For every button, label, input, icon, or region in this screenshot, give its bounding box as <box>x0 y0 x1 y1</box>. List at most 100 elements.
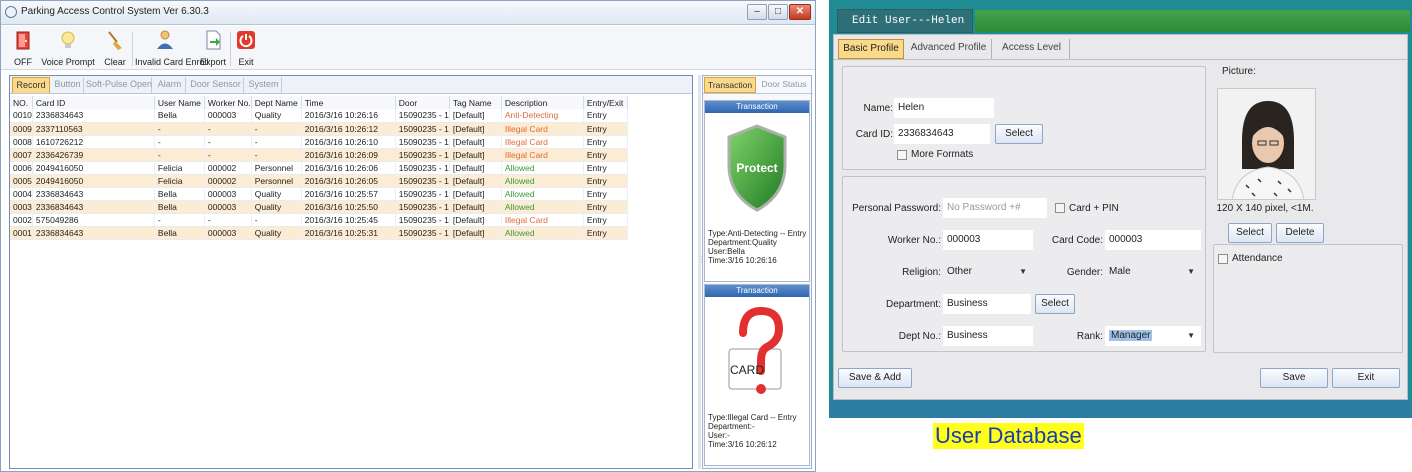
tab-system[interactable]: System <box>246 77 282 93</box>
worker-no-field[interactable]: 000003 <box>943 230 1033 250</box>
tab-alarm[interactable]: Alarm <box>154 77 186 93</box>
col-dept-name[interactable]: Dept Name <box>251 96 302 109</box>
password-label: Personal Password: <box>852 203 941 214</box>
department-select-button[interactable]: Select <box>1035 294 1075 314</box>
cell-tag-name: [Default] <box>449 187 502 201</box>
cell-entry-exit: Entry <box>583 135 628 149</box>
export-icon <box>206 30 221 50</box>
cell-door: 15090235 - 1 <box>395 174 450 188</box>
cell-door: 15090235 - 1 <box>395 161 450 175</box>
table-row[interactable]: 0010 2336834643 Bella 000003 Quality 2016/3/1… <box>10 109 628 123</box>
tab-record[interactable]: Record <box>12 77 50 93</box>
cell-user-name: Bella <box>154 226 205 240</box>
cell-entry-exit: Entry <box>583 109 628 123</box>
transaction-card: Transaction Protect Type:Anti-Detecting … <box>704 100 810 282</box>
cell-dept-name: Quality <box>251 200 302 214</box>
col-entry-exit[interactable]: Entry/Exit <box>583 96 628 109</box>
rank-select[interactable]: Manager ▼ <box>1105 326 1201 346</box>
close-button[interactable]: ✕ <box>789 4 811 20</box>
record-table: NO. Card ID User Name Worker No. Dept Na… <box>10 96 628 240</box>
name-label: Name: <box>863 103 893 114</box>
user-database-caption: User Database <box>933 423 1084 449</box>
cell-tag-name: [Default] <box>449 174 502 188</box>
table-row[interactable]: 0003 2336834643 Bella 000003 Quality 2016/3/1… <box>10 200 628 214</box>
table-row[interactable]: 0002 575049286- - -2016/3/16 10:25:45 150902… <box>10 213 628 227</box>
cell-user-name: - <box>154 135 205 149</box>
tab-basic-profile[interactable]: Basic Profile <box>838 39 904 59</box>
clear-button[interactable]: Clear <box>101 28 129 68</box>
gender-select[interactable]: Male ▼ <box>1105 262 1201 282</box>
department-field[interactable]: Business <box>943 294 1031 314</box>
picture-select-button[interactable]: Select <box>1228 223 1272 243</box>
voice-prompt-button[interactable]: Voice Prompt <box>39 28 97 68</box>
col-no[interactable]: NO. <box>10 96 33 109</box>
col-time[interactable]: Time <box>301 96 396 109</box>
cell-description: Anti-Detecting <box>501 109 584 123</box>
tab-transaction[interactable]: Transaction <box>704 77 756 93</box>
table-row[interactable]: 0004 2336834643 Bella 000003 Quality 2016/3/1… <box>10 187 628 201</box>
exit-button[interactable]: Exit <box>1332 368 1400 388</box>
transaction-panel: Transaction Door Status Transaction Prot… <box>702 75 813 469</box>
tab-access-level[interactable]: Access Level <box>994 39 1070 59</box>
col-door[interactable]: Door <box>395 96 450 109</box>
export-button[interactable]: Export <box>199 28 227 68</box>
cell-card-id: 2336834643 <box>32 200 155 214</box>
tab-soft-pulse-open[interactable]: Soft-Pulse Open <box>86 77 152 93</box>
col-card-id[interactable]: Card ID <box>32 96 155 109</box>
cell-tag-name: [Default] <box>449 109 502 123</box>
more-formats-checkbox[interactable] <box>897 150 907 160</box>
cell-user-name: Bella <box>154 109 205 123</box>
col-worker-no[interactable]: Worker No. <box>204 96 252 109</box>
invalid-card-enroll-button[interactable]: Invalid Card Enroll <box>135 28 209 68</box>
save-add-button[interactable]: Save & Add <box>838 368 912 388</box>
table-row[interactable]: 0005 2049416050 Felicia 000002 Personnel 2016… <box>10 174 628 188</box>
pane-splitter[interactable]: ⋮ <box>698 75 706 469</box>
cell-user-name: Bella <box>154 200 205 214</box>
card-code-field[interactable]: 000003 <box>1105 230 1201 250</box>
tab-button[interactable]: Button <box>52 77 84 93</box>
exit-button[interactable]: Exit <box>234 28 258 68</box>
religion-select[interactable]: Other ▼ <box>943 262 1033 282</box>
cell-door: 15090235 - 1 <box>395 200 450 214</box>
table-row[interactable]: 0009 2337110563- - -2016/3/16 10:26:12 15090… <box>10 122 628 136</box>
password-field[interactable]: No Password +# <box>943 198 1047 218</box>
save-button[interactable]: Save <box>1260 368 1328 388</box>
attendance-checkbox[interactable] <box>1218 254 1228 264</box>
name-field[interactable]: Helen <box>894 98 994 118</box>
tab-door-status[interactable]: Door Status <box>758 77 810 93</box>
tab-advanced-profile[interactable]: Advanced Profile <box>906 39 992 59</box>
col-description[interactable]: Description <box>501 96 584 109</box>
door-icon <box>16 31 30 50</box>
minimize-button[interactable]: – <box>747 4 767 20</box>
tab-door-sensor[interactable]: Door Sensor <box>188 77 244 93</box>
table-row[interactable]: 0006 2049416050 Felicia 000002 Personnel 2016… <box>10 161 628 175</box>
maximize-button[interactable]: □ <box>768 4 788 20</box>
invalid-card-enroll-label: Invalid Card Enroll <box>135 57 209 67</box>
power-icon <box>237 31 255 49</box>
dept-no-field[interactable]: Business <box>943 326 1033 346</box>
card-code-label: Card Code: <box>1051 235 1103 246</box>
cell-description: Illegal Card <box>501 122 584 136</box>
off-label: OFF <box>14 57 32 67</box>
window-status-bar <box>829 400 1412 418</box>
cell-dept-name: Quality <box>251 226 302 240</box>
cell-time: 2016/3/16 10:25:50 <box>301 200 396 214</box>
table-row[interactable]: 0008 1610726212- - -2016/3/16 10:26:10 15090… <box>10 135 628 149</box>
chevron-down-icon: ▼ <box>1019 267 1027 276</box>
picture-delete-button[interactable]: Delete <box>1276 223 1324 243</box>
cell-time: 2016/3/16 10:26:05 <box>301 174 396 188</box>
col-tag-name[interactable]: Tag Name <box>449 96 502 109</box>
card-select-button[interactable]: Select <box>995 124 1043 144</box>
off-button[interactable]: OFF <box>11 28 35 68</box>
cell-card-id: 2049416050 <box>32 174 155 188</box>
col-user-name[interactable]: User Name <box>154 96 205 109</box>
card-pin-checkbox[interactable] <box>1055 203 1065 213</box>
table-row[interactable]: 0001 2336834643 Bella 000003 Quality 2016/3/1… <box>10 226 628 240</box>
cell-worker-no: 000003 <box>204 109 252 123</box>
rank-value: Manager <box>1109 330 1153 341</box>
cell-door: 15090235 - 1 <box>395 226 450 240</box>
department-label: Department: <box>885 299 941 310</box>
cell-card-id: 2336426739 <box>32 148 155 162</box>
table-row[interactable]: 0007 2336426739- - -2016/3/16 10:26:09 15090… <box>10 148 628 162</box>
card-id-field[interactable]: 2336834643 <box>894 124 990 144</box>
